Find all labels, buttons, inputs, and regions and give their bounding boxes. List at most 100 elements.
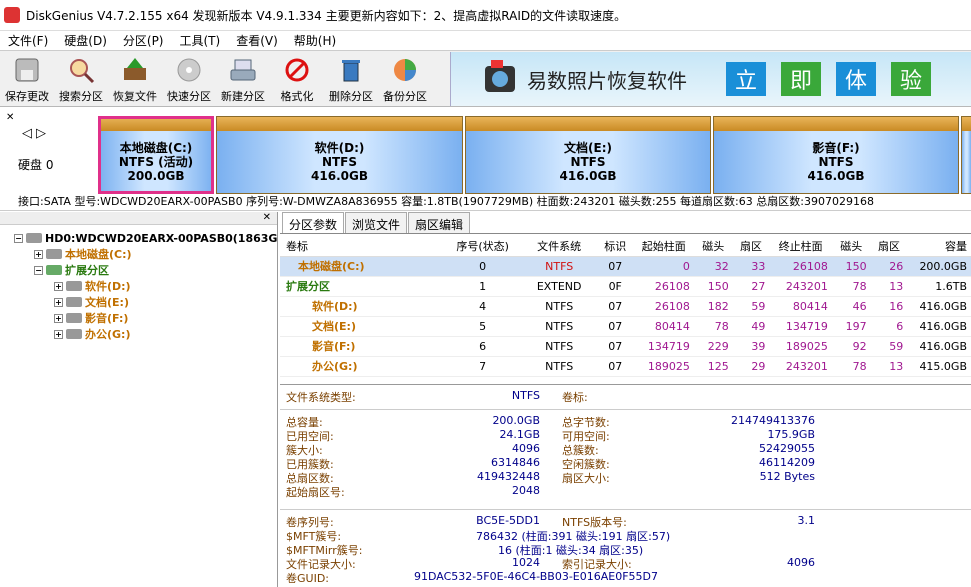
menu-file[interactable]: 文件(F) [0,32,56,49]
cell-end-cyl: 189025 [769,336,832,357]
cell-fs: NTFS [521,256,597,277]
disk-info: 接口:SATA 型号:WDCWD20EARX-00PASB0 序列号:W-DMW… [18,195,874,208]
tree-item-disk[interactable]: − HD0:WDCWD20EARX-00PASB0(1863GB) [14,230,277,246]
ad-banner[interactable]: 易数照片恢复软件 立 即 体 验 [450,52,971,106]
cell-end-sector: 26 [870,256,908,277]
backup-partition-button[interactable]: 备份分区 [378,51,432,107]
detail-label: 卷标: [562,391,588,404]
expand-icon[interactable]: + [54,313,63,323]
table-row[interactable]: 扩展分区 1 EXTEND 0F 26108 150 27 243201 78 … [280,276,971,297]
column-header[interactable]: 序号(状态) [443,236,522,257]
menu-disk[interactable]: 硬盘(D) [56,32,115,49]
partition-block-f[interactable]: 影音(F:) NTFS 416.0GB [713,116,959,194]
partition-icon [66,297,82,307]
search-partition-button[interactable]: 搜索分区 [54,51,108,107]
column-header[interactable]: 标识 [596,236,634,257]
cell-end-cyl: 80414 [769,296,832,317]
cell-name: 影音(F:) [280,336,444,357]
column-header[interactable]: 扇区 [732,236,770,257]
detail-value: NTFS [511,389,540,402]
expand-icon[interactable]: + [34,249,43,259]
partition-name: 本地磁盘(C:) [119,141,193,155]
cell-end-head: 78 [831,356,871,377]
new-partition-button[interactable]: 新建分区 [216,51,270,107]
partition-size: 200.0GB [127,169,185,183]
expand-icon[interactable]: + [54,281,63,291]
column-header[interactable]: 起始柱面 [633,236,694,257]
expand-icon[interactable]: + [54,329,63,339]
cell-index: 0 [443,256,522,277]
table-row[interactable]: 影音(F:) 6 NTFS 07 134719 229 39 189025 92… [280,336,971,357]
detail-value: 3.1 [797,514,816,527]
photo-recovery-logo-icon [485,60,515,92]
tab-browse-files[interactable]: 浏览文件 [345,212,408,233]
new-partition-label: 新建分区 [221,90,265,103]
cell-start-sector: 59 [732,296,770,317]
menu-tools[interactable]: 工具(T) [172,32,229,49]
table-row[interactable]: 办公(G:) 7 NTFS 07 189025 125 29 243201 78… [280,356,971,377]
disk-nav-arrows[interactable]: ◁▷ [22,126,50,141]
table-row[interactable]: 本地磁盘(C:) 0 NTFS 07 0 32 33 26108 150 26 … [280,256,971,277]
cell-fs: EXTEND [521,276,597,297]
search-partition-label: 搜索分区 [59,90,103,103]
cell-name: 软件(D:) [280,296,444,317]
column-header[interactable]: 容量 [907,236,971,257]
column-header[interactable]: 文件系统 [521,236,597,257]
cell-end-sector: 16 [870,296,908,317]
column-header[interactable]: 磁头 [831,236,871,257]
delete-partition-label: 删除分区 [329,90,373,103]
partition-block-e[interactable]: 文档(E:) NTFS 416.0GB [465,116,711,194]
table-row[interactable]: 软件(D:) 4 NTFS 07 26108 182 59 80414 46 1… [280,296,971,317]
cell-capacity: 1.6TB [907,276,971,297]
backup-icon [390,55,420,85]
cell-end-head: 46 [831,296,871,317]
cell-start-head: 32 [693,256,733,277]
tree-item-f[interactable]: + 影音(F:) [54,310,128,326]
tab-sector-edit[interactable]: 扇区编辑 [408,212,471,233]
partition-block-c[interactable]: 本地磁盘(C:) NTFS (活动) 200.0GB [98,116,214,194]
cell-name: 本地磁盘(C:) [280,256,444,277]
column-header[interactable]: 卷标 [280,236,444,257]
expand-icon[interactable]: + [54,297,63,307]
tree-item-g[interactable]: + 办公(G:) [54,326,130,342]
save-button[interactable]: 保存更改 [0,51,54,107]
cell-index: 7 [443,356,522,377]
format-button[interactable]: 格式化 [270,51,324,107]
column-header[interactable]: 磁头 [693,236,733,257]
detail-section-ntfs: 卷序列号: BC5E-5DD1 NTFS版本号: 3.1 $MFT簇号: 786… [280,509,971,587]
format-icon [282,55,312,85]
collapse-icon[interactable]: − [34,265,43,275]
cell-fs: NTFS [521,336,597,357]
cell-id: 07 [596,256,634,277]
partition-block-d[interactable]: 软件(D:) NTFS 416.0GB [216,116,463,194]
menu-help[interactable]: 帮助(H) [286,32,344,49]
cell-name: 文档(E:) [280,316,444,337]
search-icon [66,55,96,85]
tree-item-d[interactable]: + 软件(D:) [54,278,131,294]
detail-section-capacity: 总容量: 200.0GB 已用空间: 24.1GB 簇大小: 4096 已用簇数… [280,409,971,505]
recover-files-button[interactable]: 恢复文件 [108,51,162,107]
tree-item-c[interactable]: + 本地磁盘(C:) [34,246,132,262]
column-header[interactable]: 扇区 [870,236,908,257]
cell-name: 扩展分区 [280,276,444,297]
menu-partition[interactable]: 分区(P) [115,32,172,49]
detail-value: 200.0GB [492,414,540,427]
cell-capacity: 416.0GB [907,316,971,337]
partition-block-g[interactable] [961,116,971,194]
collapse-icon[interactable]: − [14,233,23,243]
quick-partition-button[interactable]: 快速分区 [162,51,216,107]
quick-partition-icon [174,55,204,85]
tree-item-e[interactable]: + 文档(E:) [54,294,129,310]
detail-label: 扇区大小: [562,472,610,485]
delete-partition-button[interactable]: 删除分区 [324,51,378,107]
table-row[interactable]: 文档(E:) 5 NTFS 07 80414 78 49 134719 197 … [280,316,971,337]
close-icon[interactable]: ✕ [6,112,14,123]
column-header[interactable]: 终止柱面 [769,236,832,257]
cell-end-sector: 6 [870,316,908,337]
cell-end-cyl: 243201 [769,356,832,377]
tree-item-extended[interactable]: − 扩展分区 [34,262,109,278]
tab-partition-params[interactable]: 分区参数 [282,212,345,233]
partition-fs: NTFS [321,155,358,169]
partition-table: 卷标 序号(状态) 文件系统 标识 起始柱面 磁头 扇区 终止柱面 磁头 扇区 … [280,236,971,377]
menu-view[interactable]: 查看(V) [228,32,286,49]
